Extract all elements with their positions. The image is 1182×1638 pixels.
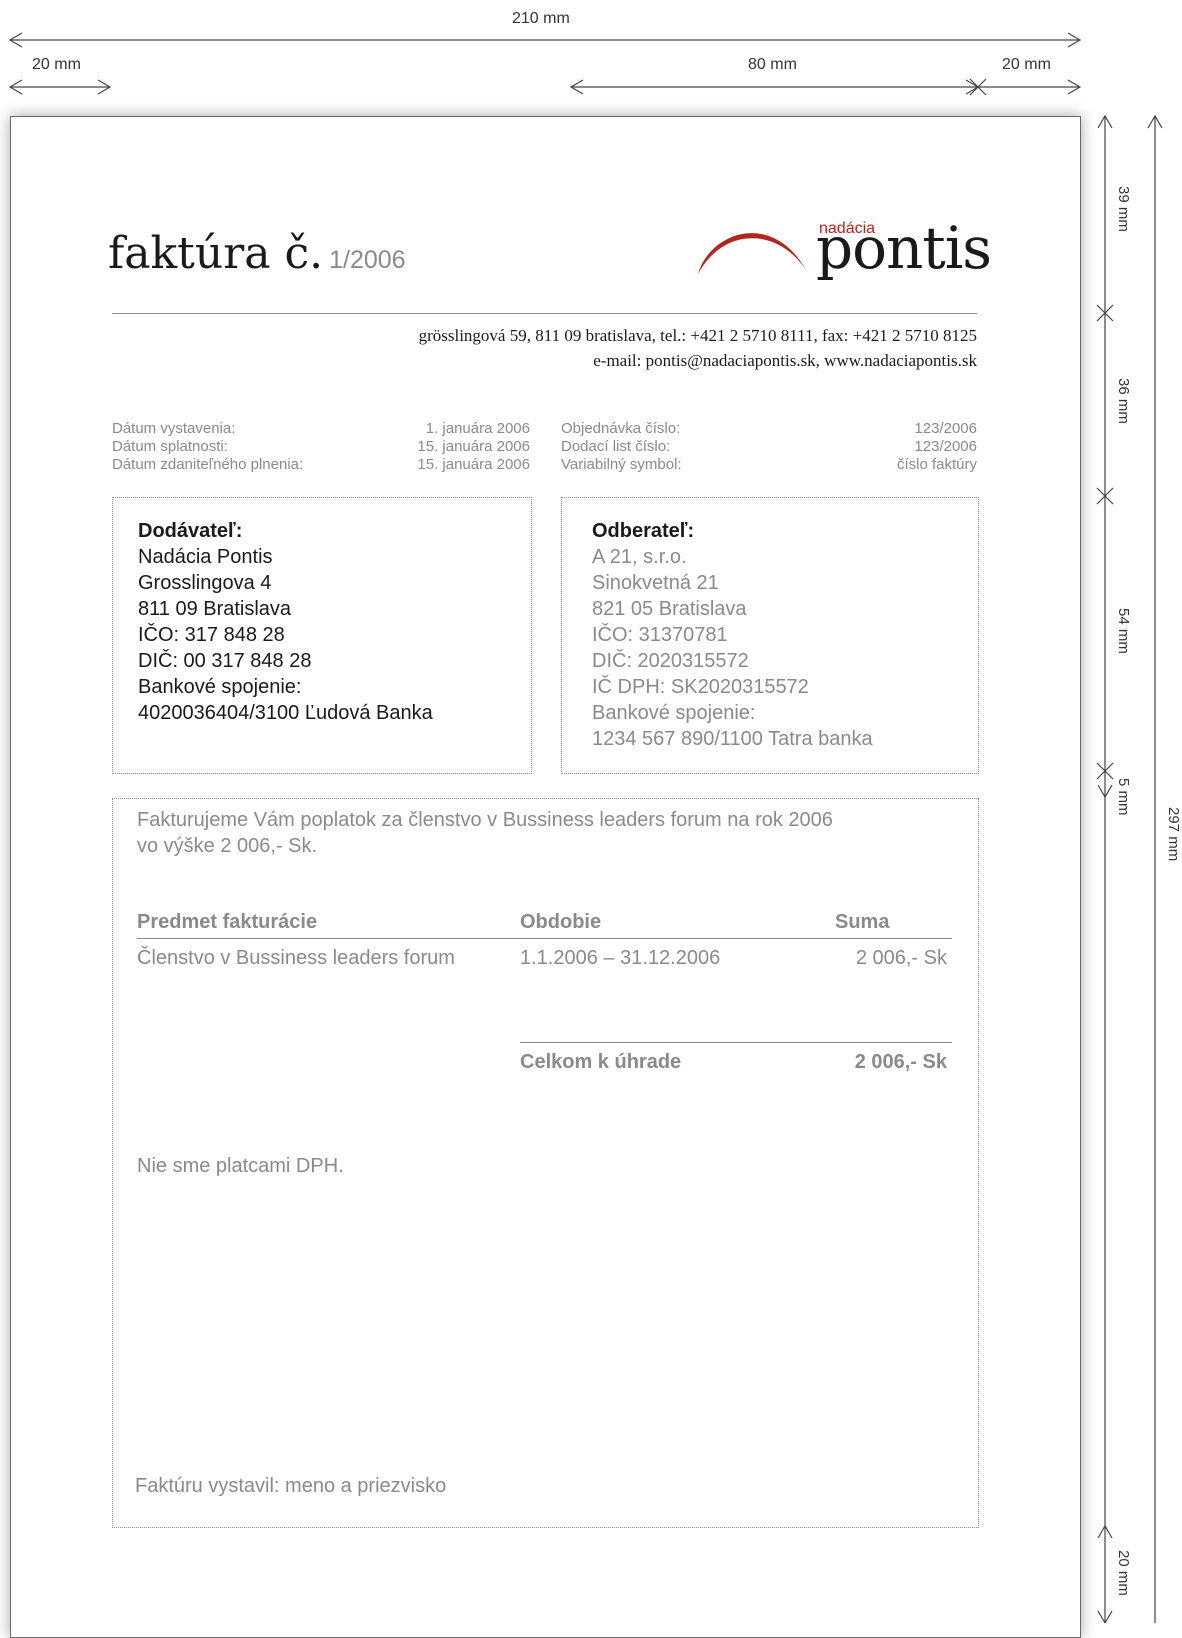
address-line-2: e-mail: pontis@nadaciapontis.sk, www.nad… [593, 351, 977, 370]
meta-row: Dátum zdaniteľného plnenia: 15. januára 2… [112, 456, 530, 474]
meta-label: Dátum vystavenia: [112, 420, 236, 437]
customer-heading: Odberateľ: [592, 520, 695, 542]
meta-row: Dátum splatnosti: 15. januára 2006 [112, 438, 530, 456]
table-header-rule [137, 938, 952, 939]
supplier-details: Dodávateľ: Nadácia Pontis Grosslingova 4… [138, 518, 433, 726]
dim-page-width: 210 mm [512, 10, 570, 27]
meta-value: 15. januára 2006 [417, 456, 530, 473]
meta-row: Dodací list číslo: 123/2006 [561, 438, 977, 456]
total-label: Celkom k úhrade [520, 1051, 682, 1073]
supplier-line: 811 09 Bratislava [138, 598, 292, 620]
meta-value: 15. januára 2006 [417, 438, 530, 455]
dim-header-height: 39 mm [1115, 186, 1132, 232]
meta-row: Objednávka číslo: 123/2006 [561, 420, 977, 438]
meta-value: 123/2006 [914, 420, 977, 437]
total-rule [520, 1042, 952, 1043]
customer-line: IČ DPH: SK2020315572 [592, 676, 809, 698]
meta-label: Objednávka číslo: [561, 420, 681, 437]
dim-margin-left: 20 mm [32, 56, 81, 73]
issued-by: Faktúru vystavil: meno a priezvisko [135, 1475, 447, 1497]
refs-block: Objednávka číslo: 123/2006 Dodací list čí… [561, 420, 977, 474]
customer-line: 821 05 Bratislava [592, 598, 747, 620]
customer-line: IČO: 31370781 [592, 624, 728, 646]
invoice-title: faktúra č. 1/2006 [108, 228, 406, 279]
customer-line: A 21, s.r.o. [592, 546, 687, 568]
dim-margin-right: 20 mm [1002, 56, 1051, 73]
meta-value: 1. januára 2006 [425, 420, 530, 437]
supplier-line: DIČ: 00 317 848 28 [138, 650, 312, 672]
intro-line-2: vo výške 2 006,- Sk. [137, 835, 318, 857]
supplier-line: IČO: 317 848 28 [138, 624, 285, 646]
dim-page-height: 297 mm [1165, 807, 1182, 862]
row-amount: 2 006,- Sk [855, 947, 947, 969]
address-line-1: grösslingová 59, 811 09 bratislava, tel.… [418, 326, 977, 345]
meta-label: Dátum splatnosti: [112, 438, 228, 455]
row-item: Členstvo v Bussiness leaders forum [137, 947, 455, 969]
total-value: 2 006,- Sk [854, 1051, 947, 1073]
intro-text: Fakturujeme Vám poplatok za členstvo v B… [137, 807, 833, 859]
dim-address-height: 36 mm [1115, 378, 1132, 424]
invoice-title-text: faktúra č. [108, 228, 324, 279]
customer-details: Odberateľ: A 21, s.r.o. Sinokvetná 21 82… [592, 518, 873, 752]
supplier-line: Nadácia Pontis [138, 546, 273, 568]
dim-parties-height: 54 mm [1115, 608, 1132, 654]
meta-label: Dodací list číslo: [561, 438, 671, 455]
dim-logo-width: 80 mm [748, 56, 797, 73]
dim-gap: 5 mm [1115, 778, 1132, 816]
customer-line: 1234 567 890/1100 Tatra banka [592, 728, 873, 750]
logo-wordmark: pontis [816, 214, 992, 282]
customer-line: Sinokvetná 21 [592, 572, 719, 594]
meta-row: Dátum vystavenia: 1. januára 2006 [112, 420, 530, 438]
dates-block: Dátum vystavenia: 1. januára 2006 Dátum s… [112, 420, 530, 474]
supplier-heading: Dodávateľ: [138, 520, 243, 542]
meta-value: 123/2006 [914, 438, 977, 455]
intro-line-1: Fakturujeme Vám poplatok za členstvo v B… [137, 809, 833, 831]
customer-line: Bankové spojenie: [592, 702, 756, 724]
header-rule [112, 313, 977, 314]
supplier-line: Bankové spojenie: [138, 676, 302, 698]
meta-label: Variabilný symbol: [561, 456, 682, 473]
vat-note: Nie sme platcami DPH. [137, 1155, 344, 1177]
meta-value: číslo faktúry [896, 456, 977, 473]
col-header-period: Obdobie [520, 911, 602, 933]
col-header-item: Predmet fakturácie [137, 911, 318, 933]
col-header-amount: Suma [835, 911, 890, 933]
row-period: 1.1.2006 – 31.12.2006 [520, 947, 721, 969]
dim-margin-bottom: 20 mm [1115, 1550, 1132, 1596]
meta-label: Dátum zdaniteľného plnenia: [112, 456, 304, 473]
invoice-number: 1/2006 [329, 246, 406, 274]
meta-row: Variabilný symbol: číslo faktúry [561, 456, 977, 474]
logo-arc-icon [698, 233, 806, 274]
supplier-line: Grosslingova 4 [138, 572, 272, 594]
supplier-line: 4020036404/3100 Ľudová Banka [138, 702, 433, 724]
customer-line: DIČ: 2020315572 [592, 650, 749, 672]
